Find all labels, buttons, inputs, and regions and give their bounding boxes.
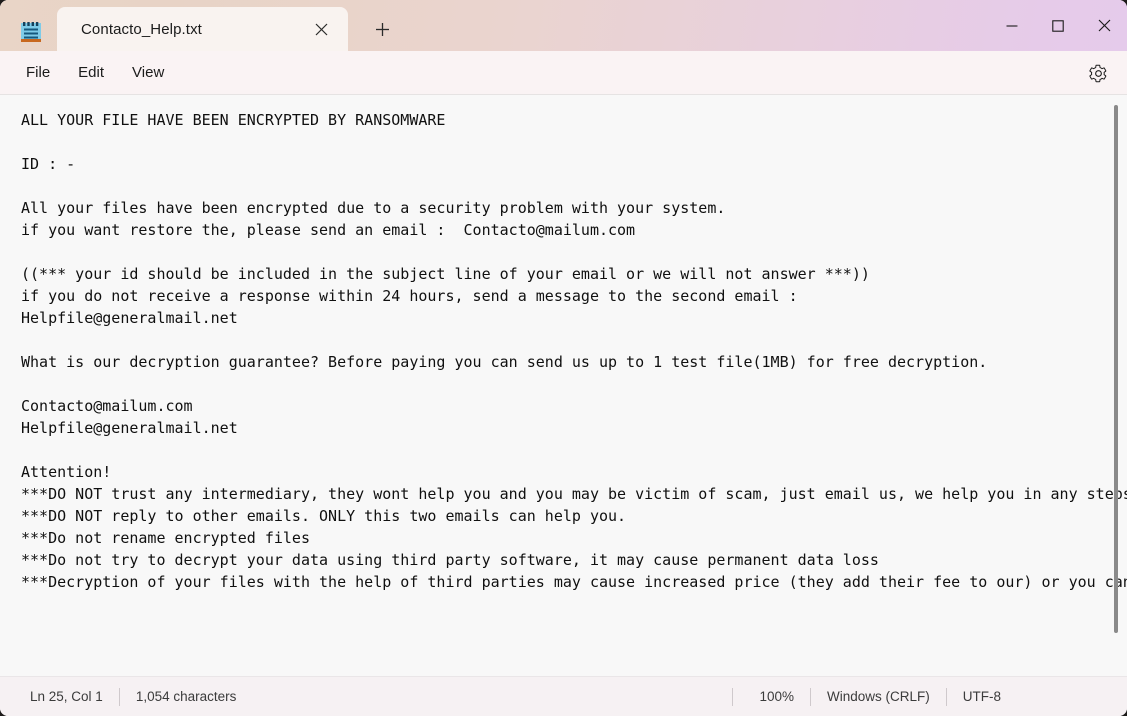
minimize-icon: [1006, 24, 1018, 27]
close-icon[interactable]: [306, 14, 336, 44]
status-bar: Ln 25, Col 1 1,054 characters 100% Windo…: [0, 676, 1127, 716]
minimize-button[interactable]: [989, 0, 1035, 51]
status-character-count: 1,054 characters: [135, 689, 237, 704]
vertical-scrollbar[interactable]: [1111, 105, 1121, 668]
close-button[interactable]: [1081, 0, 1127, 51]
status-zoom-level[interactable]: 100%: [733, 686, 810, 708]
window-controls: [989, 0, 1127, 51]
editor-area: ALL YOUR FILE HAVE BEEN ENCRYPTED BY RAN…: [0, 95, 1127, 676]
settings-button[interactable]: [1083, 58, 1113, 88]
tab-strip: Contacto_Help.txt: [57, 7, 404, 51]
tab-contacto-help[interactable]: Contacto_Help.txt: [57, 7, 348, 51]
status-encoding[interactable]: UTF-8: [947, 686, 1017, 708]
scrollbar-thumb[interactable]: [1114, 105, 1118, 633]
status-line-ending[interactable]: Windows (CRLF): [811, 686, 946, 708]
new-tab-button[interactable]: [360, 12, 404, 46]
status-cursor-position: Ln 25, Col 1: [30, 689, 103, 704]
text-editor[interactable]: ALL YOUR FILE HAVE BEEN ENCRYPTED BY RAN…: [0, 95, 1127, 676]
menu-bar: File Edit View: [0, 51, 1127, 95]
menu-view[interactable]: View: [118, 59, 178, 86]
notepad-icon: [14, 15, 48, 49]
plus-icon: [375, 22, 389, 36]
maximize-icon: [1052, 19, 1064, 32]
close-icon: [1098, 19, 1110, 32]
menu-edit[interactable]: Edit: [64, 59, 118, 86]
notepad-window: Contacto_Help.txt File Edit View ALL YOU…: [0, 0, 1127, 716]
title-bar: Contacto_Help.txt: [0, 0, 1127, 51]
gear-icon: [1088, 64, 1106, 82]
tab-title: Contacto_Help.txt: [81, 20, 202, 38]
menu-file[interactable]: File: [12, 59, 64, 86]
maximize-button[interactable]: [1035, 0, 1081, 51]
